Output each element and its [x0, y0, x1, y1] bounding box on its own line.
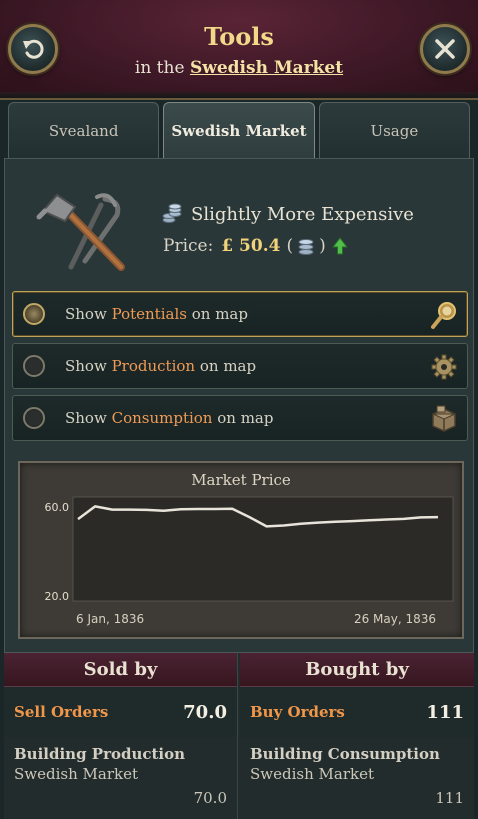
magnifier-icon [431, 302, 456, 329]
y-tick-label: 60.0 [45, 501, 70, 514]
market-price-chart: Market Price 60.0 20.0 6 Jan, 1836 26 Ma… [18, 461, 464, 639]
trend-up-arrow-icon [331, 237, 348, 255]
chart-plot-area [72, 496, 454, 602]
sold-by-column: Sold by Sell Orders 70.0 Building Produc… [4, 653, 238, 819]
bought-by-column: Bought by Buy Orders 111 Building Consum… [240, 653, 474, 819]
radio-button[interactable] [23, 303, 45, 325]
option-highlight: Potentials [111, 305, 187, 323]
crate-icon [432, 405, 456, 432]
sold-by-source[interactable]: Building Production Swedish Market 70.0 [4, 737, 237, 807]
price-label: Price: [163, 236, 214, 256]
chart-plot: 60.0 20.0 6 Jan, 1836 26 May, 1836 [45, 496, 454, 626]
option-text: on map [217, 409, 274, 427]
bought-by-heading: Bought by [240, 653, 474, 687]
tab-bar: Svealand Swedish Market Usage [6, 102, 472, 158]
tab-swedish-market[interactable]: Swedish Market [163, 102, 315, 158]
source-name: Building Production [14, 745, 186, 763]
sold-by-heading: Sold by [4, 653, 237, 687]
market-link[interactable]: Swedish Market [190, 58, 343, 78]
option-text: on map [199, 357, 257, 375]
option-text: Show [65, 409, 107, 427]
price-value: £ 50.4 [221, 236, 281, 256]
tab-svealand[interactable]: Svealand [8, 102, 160, 158]
subtitle-prefix: in the [134, 58, 185, 78]
option-text: Show [65, 305, 107, 323]
show-potentials-toggle[interactable]: Show Potentials on map [12, 291, 468, 337]
price-row: Price: £ 50.4 ( ) [163, 235, 348, 257]
option-highlight: Production [111, 357, 196, 375]
option-text: Show [65, 357, 107, 375]
price-status-text: Slightly More Expensive [191, 203, 414, 225]
x-end-label: 26 May, 1836 [354, 612, 436, 626]
buy-orders-label: Buy Orders [250, 703, 345, 721]
buy-orders-row[interactable]: Buy Orders 111 [240, 687, 474, 737]
bought-by-source[interactable]: Building Consumption Swedish Market 111 [240, 737, 474, 807]
price-status: Slightly More Expensive [161, 203, 414, 225]
radio-button[interactable] [23, 355, 45, 377]
source-name: Building Consumption [250, 745, 440, 763]
show-production-toggle[interactable]: Show Production on map [12, 343, 468, 389]
page-subtitle: in the Swedish Market [0, 58, 478, 78]
sell-orders-value: 70.0 [183, 701, 227, 723]
source-market: Swedish Market [14, 765, 138, 783]
option-highlight: Consumption [111, 409, 213, 427]
radio-button[interactable] [23, 407, 45, 429]
gear-icon [431, 354, 457, 380]
show-consumption-toggle[interactable]: Show Consumption on map [12, 395, 468, 441]
trade-summary: Sold by Sell Orders 70.0 Building Produc… [4, 653, 474, 819]
tab-usage[interactable]: Usage [318, 102, 470, 158]
source-market: Swedish Market [250, 765, 374, 783]
coin-stack-icon [162, 203, 182, 223]
y-tick-label: 20.0 [45, 590, 70, 603]
coin-stack-icon [298, 239, 314, 255]
panel-header: Tools in the Swedish Market [0, 0, 478, 100]
close-button[interactable] [420, 24, 470, 74]
x-start-label: 6 Jan, 1836 [76, 612, 144, 626]
option-text: on map [191, 305, 248, 323]
hammer-pincers-icon [36, 193, 125, 271]
close-icon [435, 39, 455, 59]
source-amount: 70.0 [193, 789, 227, 807]
market-panel: Slightly More Expensive Price: £ 50.4 ( … [4, 158, 474, 653]
sell-orders-label: Sell Orders [14, 703, 109, 721]
sell-orders-row[interactable]: Sell Orders 70.0 [4, 687, 237, 737]
source-amount: 111 [435, 789, 464, 807]
page-title: Tools [204, 22, 274, 51]
buy-orders-value: 111 [426, 701, 464, 723]
